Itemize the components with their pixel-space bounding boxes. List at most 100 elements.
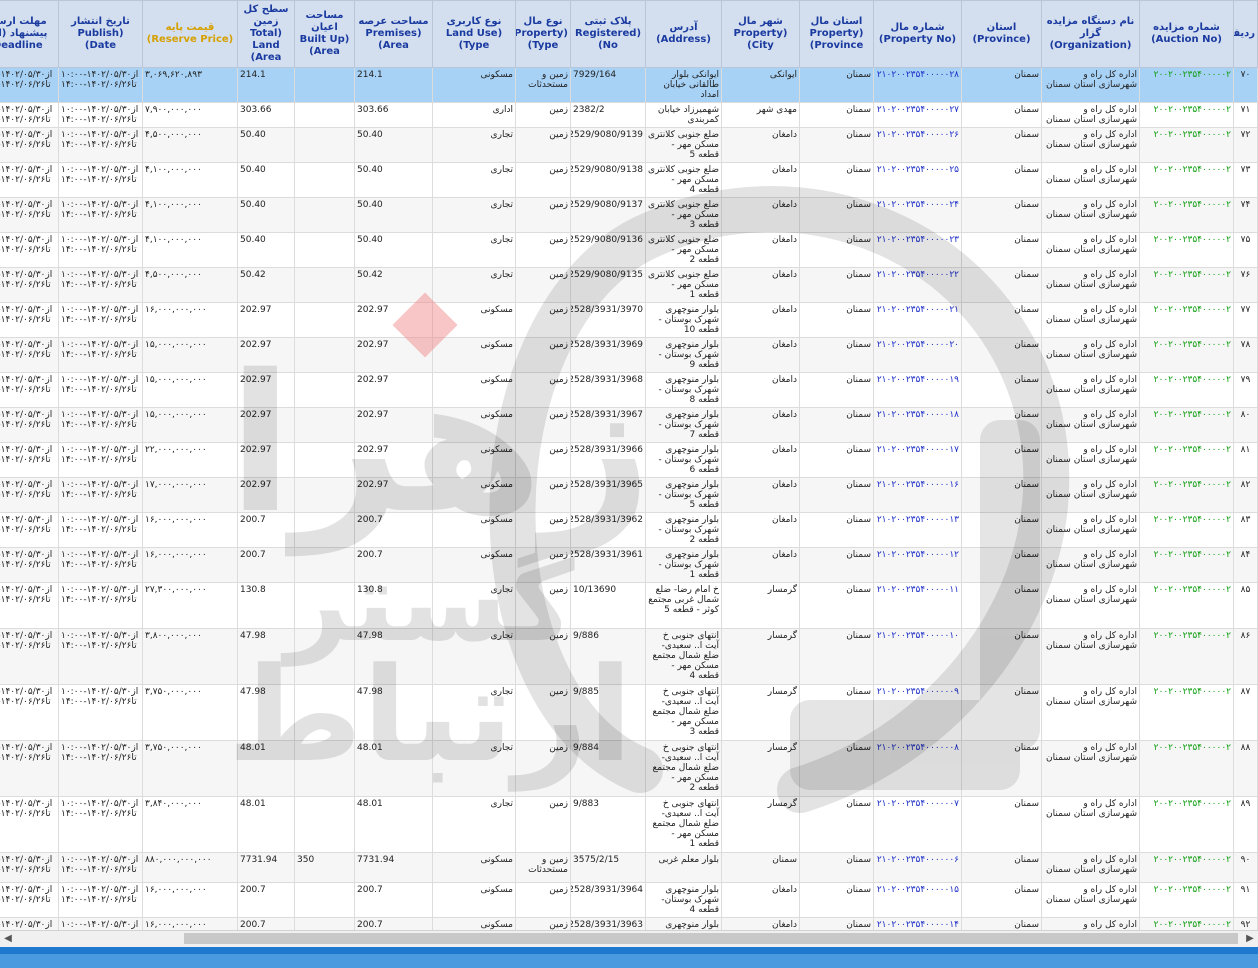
cell-property-province: سمنان (799, 477, 874, 513)
col-header-province[interactable]: استان (Province) (961, 0, 1042, 68)
table-row[interactable]: ۸۹ ۲۰۰۲۰۰۲۳۵۴۰۰۰۰۰۲ اداره کل راه و شهرسازی… (0, 796, 1258, 853)
cell-address: بلوار منوچهری شهرک بوستان - قطعه 1 (645, 547, 722, 583)
cell-reserve-price: ۴,۱۰۰,۰۰۰,۰۰۰ (142, 197, 238, 233)
table-row[interactable]: ۷۱ ۲۰۰۲۰۰۲۳۵۴۰۰۰۰۰۲ اداره کل راه و شهرسازی… (0, 102, 1258, 128)
cell-property-no: ۲۱۰۲۰۰۲۳۵۴۰۰۰۰۰۲۴ (873, 197, 962, 233)
cell-total-land-area: 130.8 (237, 582, 295, 629)
cell-property-province: سمنان (799, 442, 874, 478)
cell-row-number: ۷۹ (1233, 372, 1258, 408)
col-header-property-city[interactable]: شهر مال (Property City) (721, 0, 800, 68)
table-row[interactable]: ۹۱ ۲۰۰۲۰۰۲۳۵۴۰۰۰۰۰۲ اداره کل راه و شهرسازی… (0, 882, 1258, 918)
table-row[interactable]: ۸۶ ۲۰۰۲۰۰۲۳۵۴۰۰۰۰۰۲ اداره کل راه و شهرسازی… (0, 628, 1258, 685)
cell-property-city: دامغان (721, 337, 800, 373)
cell-property-no: ۲۱۰۲۰۰۲۳۵۴۰۰۰۰۰۰۹ (873, 684, 962, 741)
cell-property-province: سمنان (799, 372, 874, 408)
table-row[interactable]: ۸۵ ۲۰۰۲۰۰۲۳۵۴۰۰۰۰۰۲ اداره کل راه و شهرسازی… (0, 582, 1258, 629)
cell-auction-no: ۲۰۰۲۰۰۲۳۵۴۰۰۰۰۰۲ (1139, 547, 1234, 583)
cell-land-use: مسکونی (432, 477, 516, 513)
cell-property-city: گرمسار (721, 796, 800, 853)
table-row[interactable]: ۷۹ ۲۰۰۲۰۰۲۳۵۴۰۰۰۰۰۲ اداره کل راه و شهرسازی… (0, 372, 1258, 408)
table-row[interactable]: ۸۷ ۲۰۰۲۰۰۲۳۵۴۰۰۰۰۰۲ اداره کل راه و شهرسازی… (0, 684, 1258, 741)
cell-organization: اداره کل راه و شهرسازی استان سمنان (1041, 162, 1140, 198)
cell-property-province: سمنان (799, 512, 874, 548)
table-row[interactable]: ۸۳ ۲۰۰۲۰۰۲۳۵۴۰۰۰۰۰۲ اداره کل راه و شهرسازی… (0, 512, 1258, 548)
col-header-row-number[interactable]: ردیف (1233, 0, 1258, 68)
cell-address: بلوار منوچهری شهرک بوستان - قطعه 5 (645, 477, 722, 513)
cell-bid-deadline: از۱۴۰۲/۰۵/۳۰-۱۰:۰۰ تا۱۴۰۲/۰۶/۲۶-۱۴:۰۰ (0, 882, 59, 918)
table-row[interactable]: ۷۲ ۲۰۰۲۰۰۲۳۵۴۰۰۰۰۰۲ اداره کل راه و شهرسازی… (0, 127, 1258, 163)
cell-reserve-price: ۱۵,۰۰۰,۰۰۰,۰۰۰ (142, 337, 238, 373)
table-row[interactable]: ۷۳ ۲۰۰۲۰۰۲۳۵۴۰۰۰۰۰۲ اداره کل راه و شهرسازی… (0, 162, 1258, 198)
cell-property-type: زمین و مستحدثات (515, 67, 571, 103)
cell-total-land-area: 200.7 (237, 547, 295, 583)
table-row[interactable]: ۷۷ ۲۰۰۲۰۰۲۳۵۴۰۰۰۰۰۲ اداره کل راه و شهرسازی… (0, 302, 1258, 338)
cell-address: ضلع جنوبی کلانتری مسکن مهر - قطعه 4 (645, 162, 722, 198)
cell-built-up-area (294, 162, 355, 198)
cell-province: سمنان (961, 547, 1042, 583)
table-row[interactable]: ۸۴ ۲۰۰۲۰۰۲۳۵۴۰۰۰۰۰۲ اداره کل راه و شهرسازی… (0, 547, 1258, 583)
col-header-reserve-price[interactable]: قیمت پایه (Reserve Price) (142, 0, 238, 68)
cell-property-province: سمنان (799, 302, 874, 338)
cell-land-use: اداری (432, 102, 516, 128)
cell-reserve-price: ۳,۸۰۰,۰۰۰,۰۰۰ (142, 628, 238, 685)
cell-publish-date: از۱۴۰۲/۰۵/۳۰-۱۰:۰۰ تا۱۴۰۲/۰۶/۲۶-۱۴:۰۰ (58, 852, 143, 883)
col-header-total-land-area[interactable]: سطح کل زمین (Total Land Area) (237, 0, 295, 68)
cell-province: سمنان (961, 796, 1042, 853)
scrollbar-thumb[interactable] (184, 933, 1238, 944)
cell-publish-date: از۱۴۰۲/۰۵/۳۰-۱۰:۰۰ تا۱۴۰۲/۰۶/۲۶-۱۴:۰۰ (58, 882, 143, 918)
col-header-property-no[interactable]: شماره مال (Property No) (873, 0, 962, 68)
table-row[interactable]: ۸۲ ۲۰۰۲۰۰۲۳۵۴۰۰۰۰۰۲ اداره کل راه و شهرسازی… (0, 477, 1258, 513)
cell-bid-deadline: از۱۴۰۲/۰۵/۳۰-۱۰:۰۰ تا۱۴۰۲/۰۶/۲۶-۱۴:۰۰ (0, 740, 59, 797)
cell-publish-date: از۱۴۰۲/۰۵/۳۰-۱۰:۰۰ تا۱۴۰۲/۰۶/۲۶-۱۴:۰۰ (58, 302, 143, 338)
col-header-address[interactable]: آدرس (Address) (645, 0, 722, 68)
table-row[interactable]: ۷۵ ۲۰۰۲۰۰۲۳۵۴۰۰۰۰۰۲ اداره کل راه و شهرسازی… (0, 232, 1258, 268)
col-header-organization[interactable]: نام دستگاه مزایده گزار (Organization) (1041, 0, 1140, 68)
col-header-publish-date[interactable]: تاریخ انتشار (Publish Date) (58, 0, 143, 68)
col-header-auction-no[interactable]: شماره مزایده (Auction No) (1139, 0, 1234, 68)
table-row[interactable]: ۷۰ ۲۰۰۲۰۰۲۳۵۴۰۰۰۰۰۲ اداره کل راه و شهرسازی… (0, 67, 1258, 103)
cell-bid-deadline: از۱۴۰۲/۰۵/۳۰-۱۰:۰۰ تا۱۴۰۲/۰۶/۲۶-۱۴:۰۰ (0, 127, 59, 163)
cell-reserve-price: ۴,۵۰۰,۰۰۰,۰۰۰ (142, 267, 238, 303)
horizontal-scrollbar[interactable]: ◀ ▶ (0, 930, 1258, 947)
cell-property-no: ۲۱۰۲۰۰۲۳۵۴۰۰۰۰۰۱۷ (873, 442, 962, 478)
cell-property-province: سمنان (799, 852, 874, 883)
scroll-right-button[interactable]: ▶ (1242, 931, 1258, 947)
cell-land-use: تجاری (432, 197, 516, 233)
scroll-left-button[interactable]: ◀ (0, 931, 16, 947)
cell-address: بلوار منوچهری شهرک بوستان - قطعه 10 (645, 302, 722, 338)
cell-premises-area: 200.7 (354, 547, 433, 583)
cell-registered-no: 2528/3931/3970 (570, 302, 646, 338)
cell-registered-no: 2529/9080/9137 (570, 197, 646, 233)
cell-reserve-price: ۱۶,۰۰۰,۰۰۰,۰۰۰ (142, 882, 238, 918)
table-row[interactable]: ۷۶ ۲۰۰۲۰۰۲۳۵۴۰۰۰۰۰۲ اداره کل راه و شهرسازی… (0, 267, 1258, 303)
cell-address: انتهای جنوبی خ آیت ا.. سعیدی- ضلع شمال م… (645, 796, 722, 853)
col-header-built-up-area[interactable]: مساحت اعیان (Built Up Area) (294, 0, 355, 68)
cell-province: سمنان (961, 372, 1042, 408)
cell-reserve-price: ۴,۱۰۰,۰۰۰,۰۰۰ (142, 232, 238, 268)
col-header-bid-deadline[interactable]: مهلت ارسال پیشنهاد (Bid Deadline) (0, 0, 59, 68)
cell-property-city: دامغان (721, 197, 800, 233)
col-header-registered-no[interactable]: پلاک ثبتی (Registered No) (570, 0, 646, 68)
col-header-land-use[interactable]: نوع کاربری (Land Use Type) (432, 0, 516, 68)
cell-address: ضلع جنوبی کلانتری مسکن مهر - قطعه 5 (645, 127, 722, 163)
cell-land-use: تجاری (432, 628, 516, 685)
cell-organization: اداره کل راه و شهرسازی استان سمنان (1041, 407, 1140, 443)
cell-property-city: دامغان (721, 127, 800, 163)
col-header-property-type[interactable]: نوع مال (Property Type) (515, 0, 571, 68)
cell-total-land-area: 50.40 (237, 197, 295, 233)
table-row[interactable]: ۸۱ ۲۰۰۲۰۰۲۳۵۴۰۰۰۰۰۲ اداره کل راه و شهرسازی… (0, 442, 1258, 478)
cell-publish-date: از۱۴۰۲/۰۵/۳۰-۱۰:۰۰ تا۱۴۰۲/۰۶/۲۶-۱۴:۰۰ (58, 628, 143, 685)
table-row[interactable]: ۹۰ ۲۰۰۲۰۰۲۳۵۴۰۰۰۰۰۲ اداره کل راه و شهرسازی… (0, 852, 1258, 883)
cell-province: سمنان (961, 267, 1042, 303)
table-row[interactable]: ۹۲۲۰۰۲۰۰۲۳۵۴۰۰۰۰۰۲اداره کل راه و شهرسازی… (0, 917, 1258, 930)
cell-bid-deadline: از۱۴۰۲/۰۵/۳۰-۱۰:۰۰ تا۱۴۰۲/۰۶/۲۶-۱۴:۰۰ (0, 796, 59, 853)
table-row[interactable]: ۸۸ ۲۰۰۲۰۰۲۳۵۴۰۰۰۰۰۲ اداره کل راه و شهرسازی… (0, 740, 1258, 797)
table-row[interactable]: ۷۸ ۲۰۰۲۰۰۲۳۵۴۰۰۰۰۰۲ اداره کل راه و شهرسازی… (0, 337, 1258, 373)
table-row[interactable]: ۸۰ ۲۰۰۲۰۰۲۳۵۴۰۰۰۰۰۲ اداره کل راه و شهرسازی… (0, 407, 1258, 443)
col-header-premises-area[interactable]: مساحت عرصه (Premises Area) (354, 0, 433, 68)
table-row[interactable]: ۷۴ ۲۰۰۲۰۰۲۳۵۴۰۰۰۰۰۲ اداره کل راه و شهرسازی… (0, 197, 1258, 233)
cell-organization: اداره کل راه و شهرسازی استان سمنان (1041, 337, 1140, 373)
col-header-property-province[interactable]: استان مال (Property Province) (799, 0, 874, 68)
cell-premises-area: 202.97 (354, 337, 433, 373)
cell-premises-area: 48.01 (354, 740, 433, 797)
